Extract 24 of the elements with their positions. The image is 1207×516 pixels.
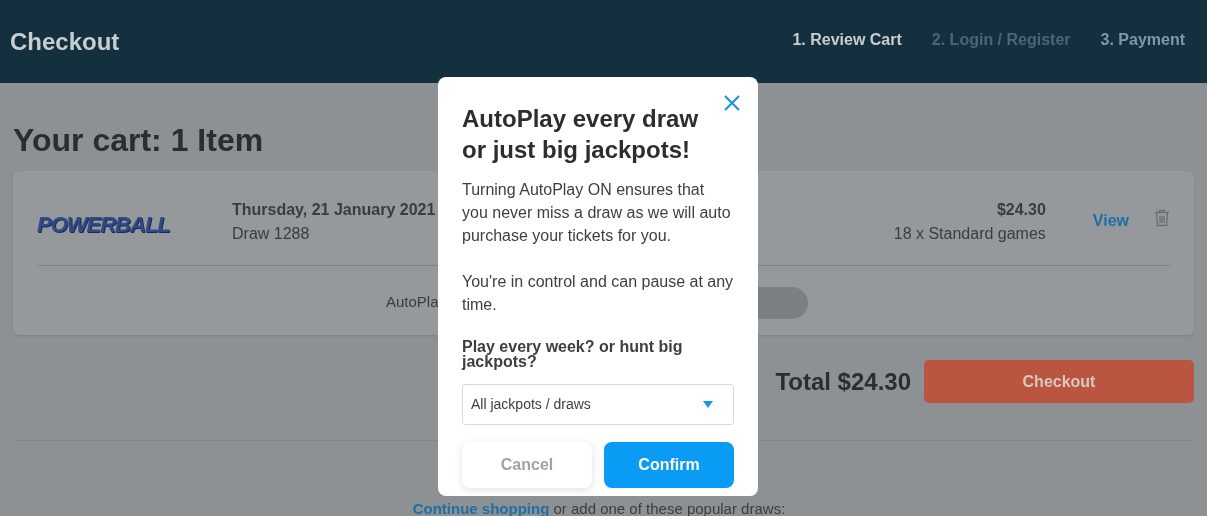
draw-date: Thursday, 21 January 2021 — [232, 200, 436, 220]
dropdown-caret-icon — [703, 401, 713, 408]
select-label: Play every week? or hunt big jackpots? — [462, 339, 684, 369]
checkout-step[interactable]: 2. Login / Register — [931, 27, 1071, 52]
confirm-button[interactable]: Confirm — [604, 442, 734, 488]
cancel-button[interactable]: Cancel — [462, 442, 592, 488]
checkout-button[interactable]: Checkout — [924, 360, 1194, 403]
dialog-title: AutoPlay every draw or just big jackpots! — [462, 104, 700, 165]
autoplay-label: AutoPla — [386, 292, 439, 312]
trash-icon[interactable] — [1154, 209, 1170, 227]
cart-heading: Your cart: 1 Item — [13, 121, 264, 159]
item-price: $24.30 — [996, 200, 1046, 220]
close-icon[interactable] — [724, 95, 740, 111]
lottery-logo: POWERBALL — [37, 212, 170, 237]
cart-total: Total $24.30 — [775, 366, 911, 397]
dialog-text: Turning AutoPlay ON ensures that you never miss a draw as we will auto purchase your tickets for you. — [462, 180, 732, 246]
page-title: Checkout — [10, 26, 120, 57]
checkout-step[interactable]: 1. Review Cart — [792, 27, 902, 52]
games-count: 18 x Standard games — [893, 224, 1046, 244]
jackpot-select[interactable]: All jackpots / draws — [462, 384, 734, 425]
draw-number: Draw 1288 — [232, 224, 311, 244]
checkout-step[interactable]: 3. Payment — [1100, 27, 1185, 52]
dialog-text: You're in control and can pause at any time. — [462, 272, 734, 315]
view-link[interactable]: View — [1092, 209, 1129, 233]
